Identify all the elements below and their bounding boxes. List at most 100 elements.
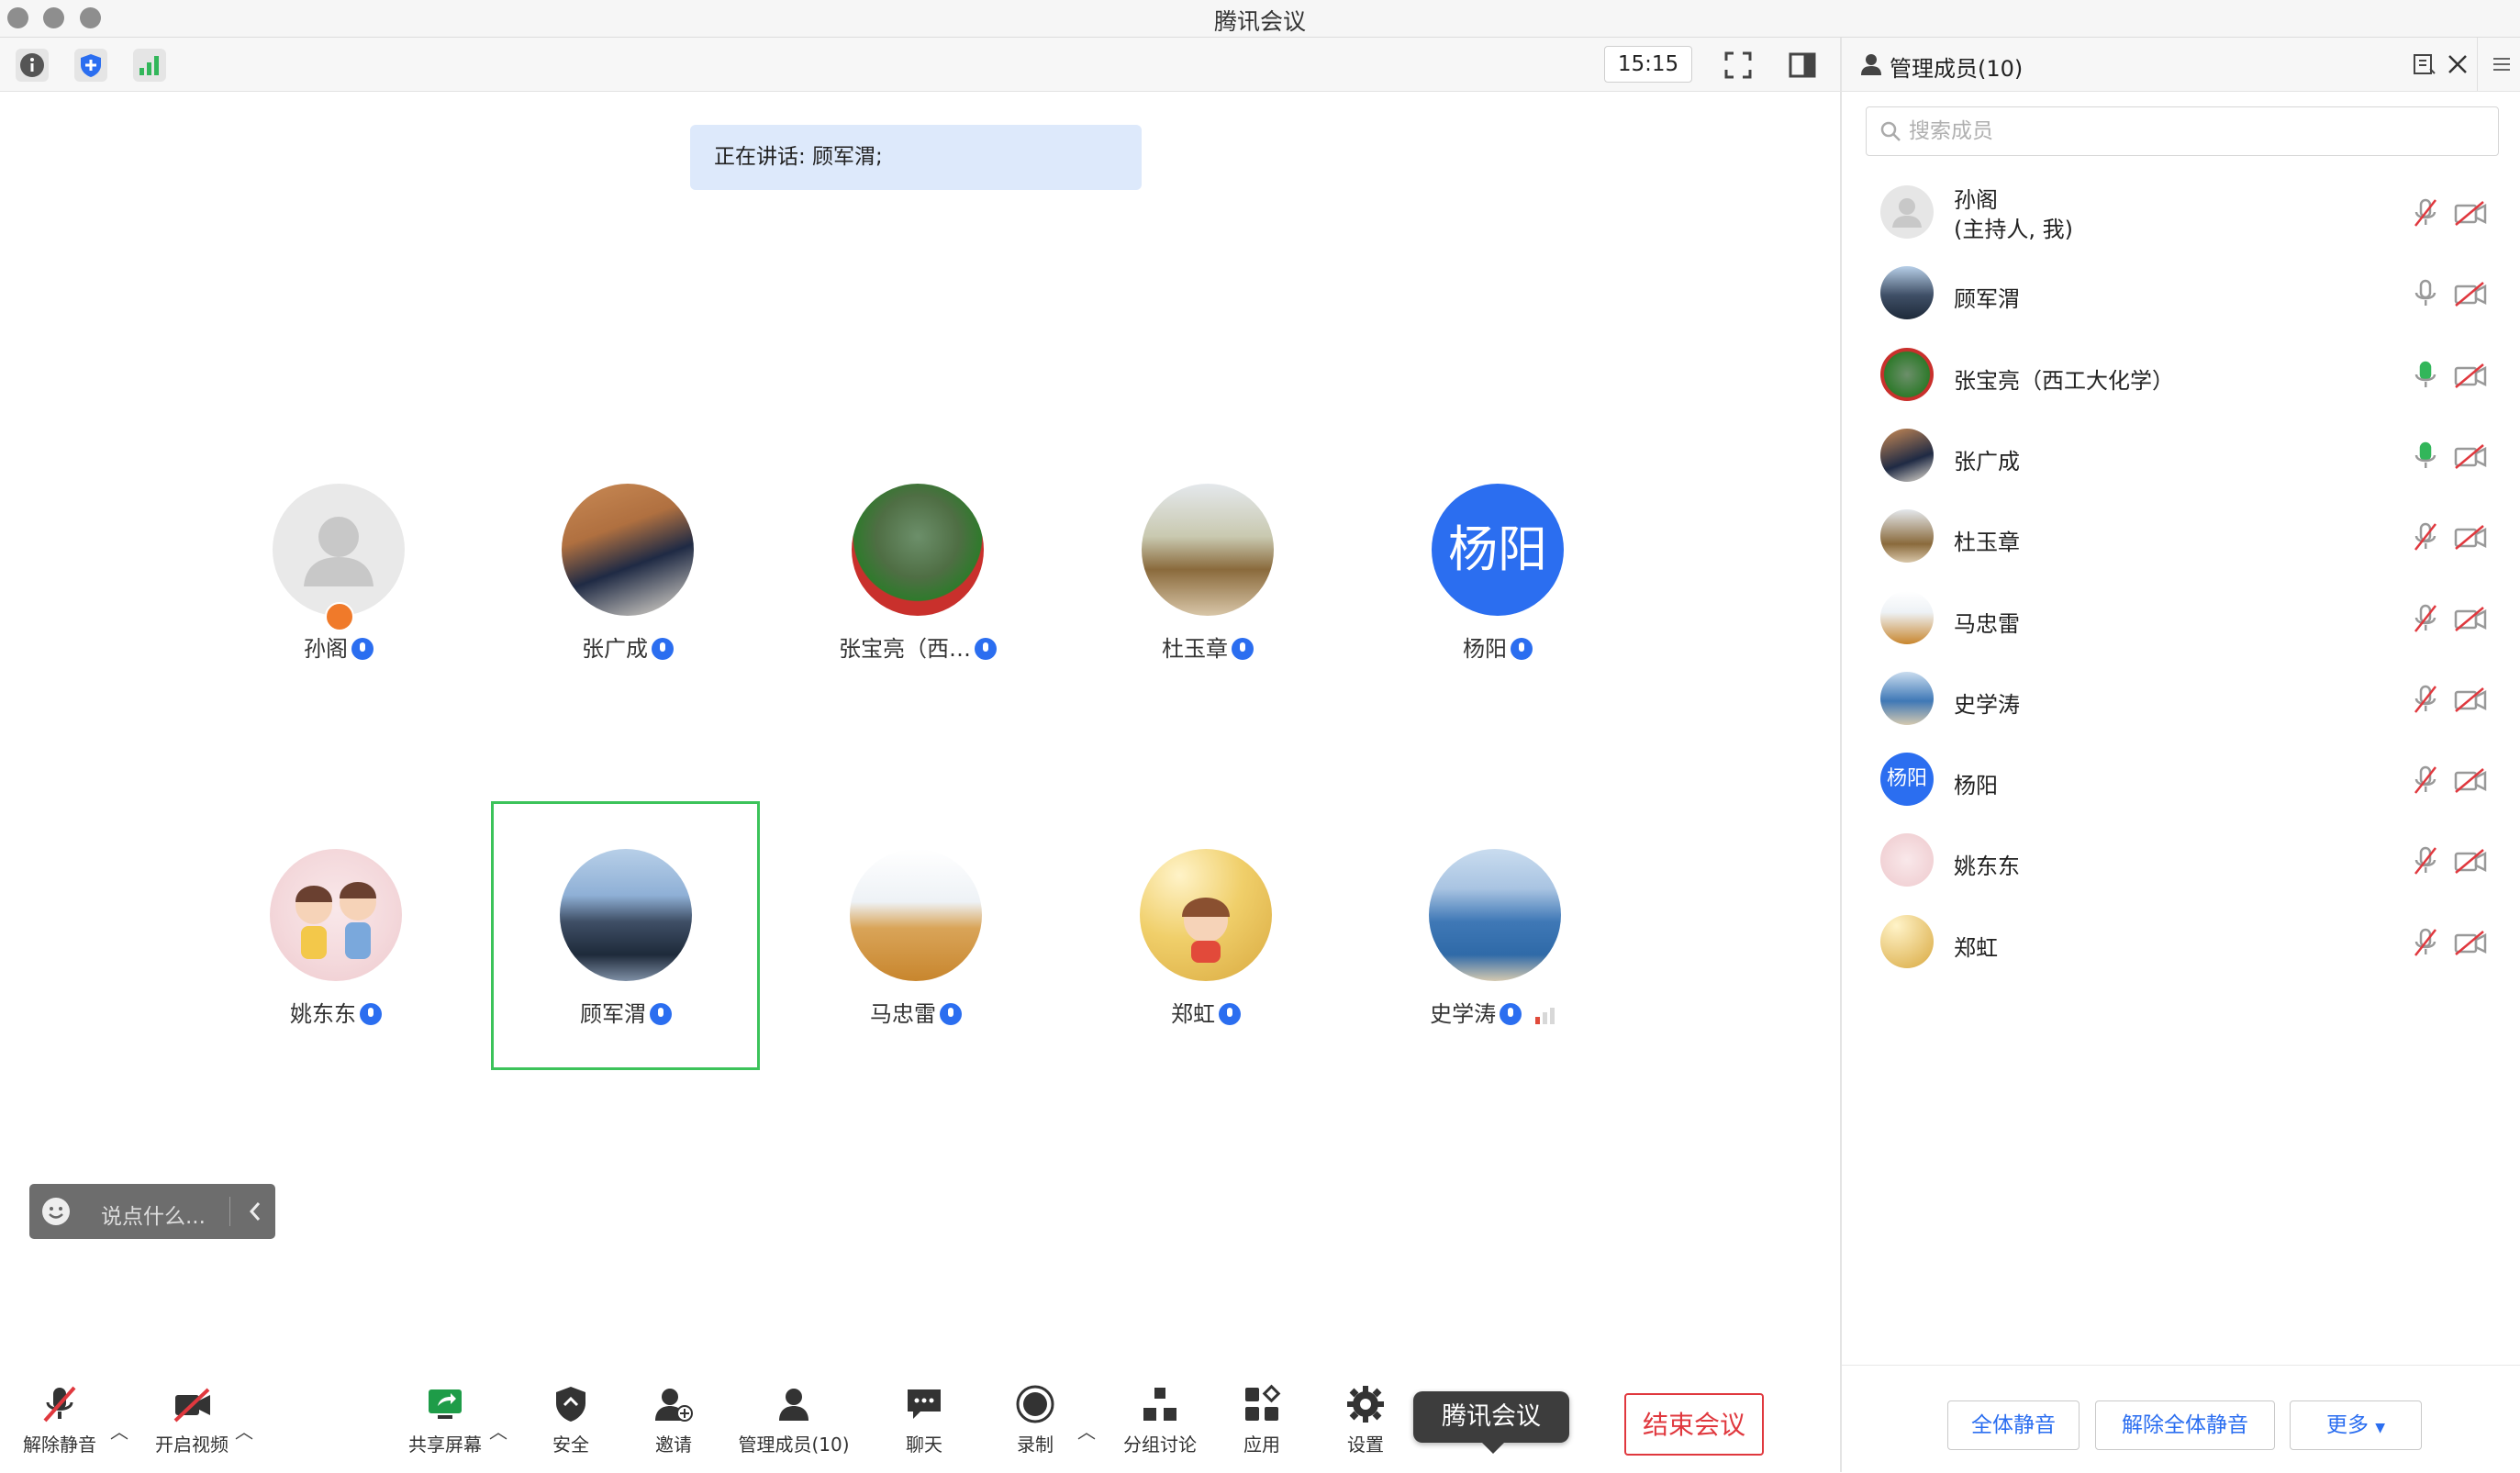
divider [229,1197,230,1226]
members-label: 管理成员(10) [738,1434,850,1456]
avatar [1880,266,1934,319]
avatar [560,849,692,981]
invite-button[interactable]: 邀请 [623,1384,724,1456]
member-row[interactable]: 杜玉章 [1842,497,2520,577]
chat-input[interactable]: 说点什么... [29,1184,275,1239]
camera-off-icon[interactable] [2454,686,2487,712]
popout-icon[interactable] [2412,52,2436,76]
chevron-left-icon[interactable] [246,1200,264,1222]
participant-tile[interactable]: 马忠雷 [806,827,1026,1027]
apps-button[interactable]: 应用 [1211,1384,1312,1456]
member-row[interactable]: 顾军渭 [1842,253,2520,334]
fullscreen-icon[interactable] [1722,49,1755,82]
panel-title: 管理成员(10) [1890,56,2024,82]
gear-icon [1347,1386,1384,1423]
member-row[interactable]: 张广成 [1842,416,2520,497]
members-icon [779,1389,808,1421]
mic-icon[interactable] [2412,279,2439,308]
mic-icon [650,1003,672,1025]
member-name: 张广成 [1954,449,2020,474]
mic-muted-icon[interactable] [2412,604,2439,633]
shield-icon[interactable] [74,49,107,82]
participant-tile[interactable]: 郑虹 [1096,827,1316,1027]
member-name-block: 杜玉章 [1954,524,2020,556]
security-button[interactable]: 安全 [520,1384,621,1456]
chevron-up-icon[interactable]: ︿ [110,1417,128,1444]
panel-header: 管理成员(10) [1842,38,2520,92]
unmute-button[interactable]: 解除静音 [9,1384,110,1456]
chevron-up-icon[interactable]: ︿ [1077,1417,1096,1444]
participant-tile[interactable]: 顾军渭 [516,827,736,1027]
camera-off-icon[interactable] [2454,524,2487,550]
avatar [1142,484,1274,616]
menu-icon[interactable] [2492,55,2512,73]
member-name: 杜玉章 [1954,530,2020,555]
mic-muted-icon[interactable] [2412,685,2439,714]
avatar [1880,915,1934,968]
avatar [1880,429,1934,482]
member-name: 姚东东 [1954,854,2020,879]
mic-muted-icon[interactable] [2412,928,2439,957]
breakout-button[interactable]: 分组讨论 [1109,1384,1210,1456]
avatar [1880,591,1934,644]
avatar [1880,348,1934,401]
divider [2477,38,2478,91]
mic-icon[interactable] [2412,361,2439,390]
member-row[interactable]: 杨阳 杨阳 [1842,740,2520,820]
participant-tile[interactable]: 杨阳 杨阳 [1388,462,1608,662]
manage-members-button[interactable]: 管理成员(10) [734,1384,853,1456]
participant-tile[interactable]: 杜玉章 [1098,462,1318,662]
chevron-up-icon[interactable]: ︿ [235,1417,253,1444]
chat-button[interactable]: 聊天 [874,1384,975,1456]
signal-icon[interactable] [133,49,166,82]
unmute-all-button[interactable]: 解除全体静音 [2095,1400,2275,1450]
title-bar: 腾讯会议 [0,0,2520,38]
app-name-tooltip: 腾讯会议 [1413,1391,1569,1454]
camera-off-icon[interactable] [2454,767,2487,793]
mic-muted-icon[interactable] [2412,765,2439,795]
camera-off-icon[interactable] [2454,848,2487,874]
record-button[interactable]: 录制 [985,1384,1086,1456]
camera-off-icon[interactable] [2454,930,2487,955]
breakout-label: 分组讨论 [1123,1434,1197,1456]
member-row[interactable]: 张宝亮（西工大化学） [1842,335,2520,416]
camera-off-icon[interactable] [2454,200,2487,226]
layout-toggle-icon[interactable] [1786,49,1819,82]
mic-muted-icon[interactable] [2412,846,2439,876]
security-label: 安全 [552,1434,589,1456]
camera-off-icon[interactable] [2454,281,2487,307]
member-name: 张宝亮（西工大化学） [1954,368,2174,394]
member-row[interactable]: 马忠雷 [1842,578,2520,659]
mute-all-button[interactable]: 全体静音 [1947,1400,2080,1450]
camera-off-icon[interactable] [2454,363,2487,388]
mic-icon [351,638,374,660]
member-name-block: 郑虹 [1954,930,1998,962]
participant-tile[interactable]: 张宝亮（西… [808,462,1028,662]
participant-tile[interactable]: 史学涛 [1385,827,1605,1027]
chevron-up-icon[interactable]: ︿ [489,1417,507,1444]
participant-tile[interactable]: 姚东东 [226,827,446,1027]
participant-name: 杨阳 [1463,636,1507,662]
camera-off-icon[interactable] [2454,443,2487,469]
end-meeting-button[interactable]: 结束会议 [1624,1393,1764,1456]
network-quality-icon [1534,1008,1555,1024]
mic-muted-icon[interactable] [2412,522,2439,552]
emoji-icon[interactable] [40,1196,72,1227]
more-button[interactable]: 更多 ▼ [2290,1400,2422,1450]
chat-placeholder: 说点什么... [101,1205,206,1229]
mic-icon[interactable] [2412,441,2439,471]
member-search-input[interactable]: 搜索成员 [1866,106,2499,156]
member-row[interactable]: 孙阁 (主持人, 我) [1842,173,2520,253]
video-button[interactable]: 开启视频 [141,1384,242,1456]
member-row[interactable]: 姚东东 [1842,820,2520,901]
member-row[interactable]: 史学涛 [1842,659,2520,740]
share-screen-button[interactable]: 共享屏幕 [395,1384,496,1456]
close-icon[interactable] [2447,53,2469,75]
info-icon[interactable] [16,49,49,82]
camera-off-icon[interactable] [2454,606,2487,631]
member-name: 郑虹 [1954,935,1998,961]
settings-button[interactable]: 设置 [1315,1384,1416,1456]
participant-tile[interactable]: 张广成 [518,462,738,662]
mic-muted-icon[interactable] [2412,198,2439,228]
member-row[interactable]: 郑虹 [1842,902,2520,983]
